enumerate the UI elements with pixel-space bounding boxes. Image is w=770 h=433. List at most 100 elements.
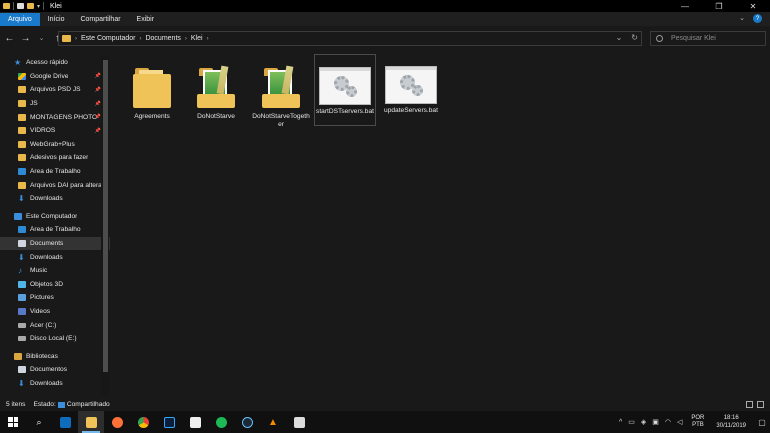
file-list: Agreements DoNotStarve DoNotStarveTogeth…	[113, 52, 763, 396]
start-button[interactable]	[0, 411, 26, 433]
notification-icon[interactable]: ▢	[754, 411, 770, 433]
breadcrumb-klei[interactable]: Klei	[191, 35, 203, 42]
address-bar[interactable]: › Este Computador › Documents › Klei › ⌄…	[58, 31, 642, 46]
search-icon	[656, 35, 663, 42]
recent-locations-button[interactable]: ⌄	[35, 31, 48, 45]
maximize-button[interactable]: ❐	[702, 0, 736, 12]
sidebar-item-arquivos-psd-js[interactable]: Arquivos PSD JS 📌	[0, 83, 110, 97]
taskbar-file-explorer[interactable]	[78, 411, 104, 433]
minimize-button[interactable]: —	[668, 0, 702, 12]
tab-compartilhar[interactable]: Compartilhar	[72, 13, 128, 26]
sidebar-item-documents[interactable]: Documents	[0, 236, 110, 251]
file-item-agreements[interactable]: Agreements	[121, 56, 183, 134]
sidebar-item-montagens-photo[interactable]: MONTAGENS PHOTO 📌	[0, 110, 110, 124]
file-explorer-icon	[85, 416, 97, 428]
chevron-right-icon[interactable]: ›	[207, 36, 209, 42]
sidebar-item-documentos[interactable]: Documentos	[0, 363, 110, 377]
sidebar-item-downloads[interactable]: ⬇ Downloads	[0, 192, 110, 206]
chevron-right-icon[interactable]: ›	[75, 36, 77, 42]
sidebar-item-pc-area-de-trabalho[interactable]: Área de Trabalho	[0, 223, 110, 237]
folder-icon	[18, 181, 26, 189]
breadcrumb-documents[interactable]: Documents	[145, 35, 180, 42]
details-view-icon[interactable]	[746, 401, 753, 408]
batch-file-icon	[385, 66, 437, 104]
display-icon[interactable]: ▣	[652, 418, 659, 426]
taskbar-steam[interactable]	[234, 411, 260, 433]
sidebar-item-lib-downloads[interactable]: ⬇ Downloads	[0, 377, 110, 391]
sidebar-item-pictures[interactable]: Pictures	[0, 291, 110, 305]
language-indicator[interactable]: POR PTB	[691, 415, 704, 429]
large-icons-view-icon[interactable]	[757, 401, 764, 408]
library-icon	[14, 352, 22, 360]
drive-icon	[18, 336, 26, 342]
navigation-bar: ← → ⌄ ↑ › Este Computador › Documents › …	[0, 26, 770, 50]
item-count: 5 itens	[6, 401, 26, 408]
shield-icon[interactable]: ◈	[641, 418, 646, 426]
sidebar-item-acer-c[interactable]: Acer (C:)	[0, 318, 110, 332]
sidebar-item-webgrab-plus[interactable]: WebGrab+Plus	[0, 138, 110, 152]
sidebar-scrollbar[interactable]	[101, 56, 109, 396]
taskbar-chrome[interactable]	[130, 411, 156, 433]
tab-exibir[interactable]: Exibir	[129, 13, 163, 26]
file-item-updateservers[interactable]: updateServers.bat	[380, 54, 442, 132]
sidebar-item-arquivos-dai[interactable]: Arquivos DAI para alterar	[0, 178, 110, 192]
folder-icon	[18, 140, 26, 148]
file-item-donotstarvetogether[interactable]: DoNotStarveTogether	[250, 56, 312, 134]
sidebar-item-music[interactable]: ♪ Music	[0, 264, 110, 278]
back-button[interactable]: ←	[3, 31, 16, 45]
close-button[interactable]: ✕	[736, 0, 770, 12]
sidebar-item-este-computador[interactable]: Este Computador	[0, 210, 110, 224]
new-folder-icon[interactable]	[27, 3, 34, 9]
taskbar-terminal[interactable]	[286, 411, 312, 433]
download-icon: ⬇	[18, 252, 25, 262]
folder-icon	[18, 86, 26, 94]
forward-button[interactable]: →	[19, 31, 32, 45]
chevron-up-icon[interactable]: ^	[619, 419, 622, 426]
sidebar-item-vidros[interactable]: VIDROS 📌	[0, 124, 110, 138]
sidebar-item-bibliotecas[interactable]: Bibliotecas	[0, 349, 110, 363]
file-item-startdstservers[interactable]: startDSTservers.bat	[314, 54, 376, 126]
sidebar-item-objetos-3d[interactable]: Objetos 3D	[0, 278, 110, 292]
outlook-icon	[59, 416, 71, 428]
chevron-down-icon[interactable]: ⌄	[616, 33, 623, 42]
tab-arquivo[interactable]: Arquivo	[0, 13, 40, 26]
taskbar-outlook[interactable]	[52, 411, 78, 433]
breadcrumb-este-computador[interactable]: Este Computador	[81, 35, 135, 42]
expand-ribbon-icon[interactable]: ⌄	[739, 14, 745, 23]
sidebar-item-google-drive[interactable]: Google Drive 📌	[0, 70, 110, 84]
search-input[interactable]: Pesquisar Klei	[650, 31, 766, 46]
quick-access-toolbar: ▾	[0, 2, 45, 10]
chevron-right-icon[interactable]: ›	[185, 36, 187, 42]
file-item-donotstarve[interactable]: DoNotStarve	[185, 56, 247, 134]
chevron-right-icon[interactable]: ›	[139, 36, 141, 42]
taskbar-firefox[interactable]	[104, 411, 130, 433]
search-button[interactable]: ⌕	[26, 411, 52, 433]
file-name: startDSTservers.bat	[316, 108, 374, 115]
help-icon[interactable]: ?	[753, 14, 762, 23]
desktop-icon	[18, 226, 26, 234]
status-state-value: Compartilhado	[66, 401, 110, 408]
wifi-icon[interactable]: ◠	[665, 418, 671, 426]
search-placeholder: Pesquisar Klei	[671, 35, 716, 42]
battery-icon[interactable]: ▭	[628, 418, 635, 426]
taskbar-vlc[interactable]: ▲	[260, 411, 286, 433]
sidebar-item-videos[interactable]: Videos	[0, 305, 110, 319]
clock-date: 30/11/2019	[716, 423, 746, 429]
sidebar-item-disco-local-e[interactable]: Disco Local (E:)	[0, 332, 110, 346]
taskbar-app[interactable]	[182, 411, 208, 433]
volume-icon[interactable]: ◁	[677, 418, 682, 426]
refresh-icon[interactable]: ↻	[631, 33, 638, 42]
sidebar-item-js[interactable]: JS 📌	[0, 97, 110, 111]
sidebar-item-pc-downloads[interactable]: ⬇ Downloads	[0, 250, 110, 264]
chevron-down-icon[interactable]: ▾	[37, 3, 40, 10]
sidebar-scrollbar-thumb[interactable]	[103, 60, 108, 372]
sidebar-item-area-de-trabalho[interactable]: Área de Trabalho	[0, 165, 110, 179]
title-bar: ▾ Klei — ❐ ✕	[0, 0, 770, 12]
taskbar-photoshop[interactable]	[156, 411, 182, 433]
tab-inicio[interactable]: Início	[40, 13, 73, 26]
taskbar-spotify[interactable]	[208, 411, 234, 433]
properties-icon[interactable]	[17, 3, 24, 9]
sidebar-item-quick-access[interactable]: ★ Acesso rápido	[0, 56, 110, 70]
sidebar-item-adesivos[interactable]: Adesivos para fazer	[0, 151, 110, 165]
clock[interactable]: 18:16 30/11/2019	[716, 414, 746, 430]
